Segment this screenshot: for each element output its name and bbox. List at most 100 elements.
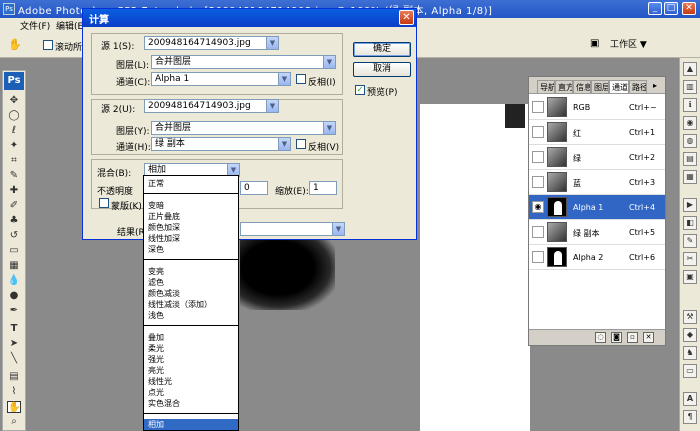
load-selection-icon[interactable]: ◌ bbox=[595, 332, 606, 343]
layer-1-select[interactable]: 合并图层 ▼ bbox=[151, 55, 336, 69]
channel-row-green-copy[interactable]: 绿 副本 Ctrl+5 bbox=[529, 220, 665, 245]
healing-brush-icon[interactable]: ✚ bbox=[7, 185, 21, 197]
blend-option[interactable]: 柔光 bbox=[148, 343, 164, 354]
workspace-button[interactable]: 工作区 ▼ bbox=[610, 37, 660, 53]
channel-row-rgb[interactable]: RGB Ctrl+~ bbox=[529, 95, 665, 120]
invert-1-checkbox[interactable] bbox=[296, 74, 306, 84]
channels-icon[interactable]: ◍ bbox=[683, 134, 697, 148]
measurement-icon[interactable]: ▭ bbox=[683, 364, 697, 378]
panel-menu-icon[interactable]: ▸ bbox=[653, 81, 657, 90]
visibility-toggle[interactable] bbox=[532, 251, 544, 263]
tab-layers[interactable]: 图层 bbox=[591, 80, 609, 93]
move-tool-icon[interactable]: ✥ bbox=[7, 95, 21, 107]
paragraph-icon[interactable]: ¶ bbox=[683, 410, 697, 424]
hand-tool-icon[interactable]: ✋ bbox=[8, 38, 22, 52]
menu-file[interactable]: 文件(F) bbox=[20, 19, 50, 32]
clone-source-icon[interactable]: ♞ bbox=[683, 346, 697, 360]
line-tool-icon[interactable]: ╲ bbox=[7, 353, 21, 365]
type-tool-icon[interactable]: T bbox=[7, 323, 21, 335]
channel-row-alpha-1[interactable]: ◉ Alpha 1 Ctrl+4 bbox=[529, 195, 665, 220]
blend-option[interactable]: 浅色 bbox=[148, 310, 164, 321]
scroll-all-windows-checkbox[interactable] bbox=[43, 40, 53, 50]
blend-option[interactable]: 叠加 bbox=[148, 332, 164, 343]
palette-well-icon[interactable]: ▣ bbox=[590, 38, 604, 50]
brush-tool-icon[interactable]: ✐ bbox=[7, 200, 21, 212]
eraser-tool-icon[interactable]: ▭ bbox=[7, 245, 21, 257]
history-brush-icon[interactable]: ↺ bbox=[7, 230, 21, 242]
delete-channel-icon[interactable]: ✕ bbox=[643, 332, 654, 343]
ok-button[interactable]: 确定 bbox=[353, 42, 411, 57]
swatches-icon[interactable]: ▦ bbox=[683, 170, 697, 184]
channel-row-blue[interactable]: 蓝 Ctrl+3 bbox=[529, 170, 665, 195]
blend-option-selected[interactable]: 相加 bbox=[144, 419, 238, 430]
magic-wand-icon[interactable]: ✦ bbox=[7, 140, 21, 152]
blur-tool-icon[interactable]: 💧 bbox=[7, 275, 21, 287]
tab-info[interactable]: 信息 bbox=[573, 80, 591, 93]
save-selection-icon[interactable]: ◙ bbox=[611, 332, 622, 343]
paths-icon[interactable]: ◆ bbox=[683, 328, 697, 342]
gradient-tool-icon[interactable]: ▦ bbox=[7, 260, 21, 272]
marquee-tool-icon[interactable]: ◯ bbox=[7, 110, 21, 122]
mask-checkbox[interactable] bbox=[99, 198, 109, 208]
blend-option[interactable]: 亮光 bbox=[148, 365, 164, 376]
zoom-tool-icon[interactable]: ⌕ bbox=[7, 416, 21, 428]
channel-2-select[interactable]: 绿 副本 ▼ bbox=[151, 137, 291, 151]
navigator-icon[interactable]: ▲ bbox=[683, 62, 697, 76]
cancel-button[interactable]: 取消 bbox=[353, 62, 411, 77]
channel-row-red[interactable]: 红 Ctrl+1 bbox=[529, 120, 665, 145]
blend-option[interactable]: 强光 bbox=[148, 354, 164, 365]
visibility-toggle[interactable] bbox=[532, 226, 544, 238]
tab-navigator[interactable]: 导航 bbox=[537, 80, 555, 93]
maximize-button[interactable]: □ bbox=[664, 2, 678, 15]
notes-tool-icon[interactable]: ▤ bbox=[7, 371, 21, 383]
visibility-toggle[interactable] bbox=[532, 126, 544, 138]
blend-option[interactable]: 深色 bbox=[148, 244, 164, 255]
close-app-button[interactable]: ✕ bbox=[682, 2, 696, 15]
settings-icon[interactable]: ⚒ bbox=[683, 310, 697, 324]
tab-channels[interactable]: 通道 bbox=[609, 80, 629, 93]
pen-tool-icon[interactable]: ✒ bbox=[7, 305, 21, 317]
channel-row-green[interactable]: 绿 Ctrl+2 bbox=[529, 145, 665, 170]
preview-checkbox[interactable]: ✓ bbox=[355, 85, 365, 95]
close-icon[interactable]: ✕ bbox=[399, 10, 414, 25]
eye-icon[interactable]: ◉ bbox=[532, 201, 544, 213]
brushes-icon[interactable]: ✎ bbox=[683, 234, 697, 248]
source-2-select[interactable]: 200948164714903.jpg ▼ bbox=[144, 99, 279, 113]
blend-option[interactable]: 线性减淡（添加） bbox=[148, 299, 212, 310]
dodge-tool-icon[interactable]: ● bbox=[7, 290, 21, 302]
slice-tool-icon[interactable]: ✎ bbox=[7, 170, 21, 182]
invert-2-checkbox[interactable] bbox=[296, 139, 306, 149]
styles-icon[interactable]: ▣ bbox=[683, 270, 697, 284]
info-icon[interactable]: ℹ bbox=[683, 98, 697, 112]
result-select[interactable]: ▼ bbox=[240, 222, 345, 236]
history-icon[interactable]: ◧ bbox=[683, 216, 697, 230]
blend-option[interactable]: 实色混合 bbox=[148, 398, 180, 409]
hand-tool-icon[interactable]: ✋ bbox=[7, 401, 21, 413]
layer-2-select[interactable]: 合并图层 ▼ bbox=[151, 121, 336, 135]
visibility-toggle[interactable] bbox=[532, 151, 544, 163]
new-channel-icon[interactable]: ▫ bbox=[627, 332, 638, 343]
blend-option[interactable]: 变暗 bbox=[148, 200, 164, 211]
blend-option[interactable]: 正片叠底 bbox=[148, 211, 180, 222]
blend-option[interactable]: 线性光 bbox=[148, 376, 172, 387]
eyedropper-icon[interactable]: ⌇ bbox=[7, 386, 21, 398]
blend-option[interactable]: 颜色减淡 bbox=[148, 288, 180, 299]
stamp-tool-icon[interactable]: ♣ bbox=[7, 215, 21, 227]
minimize-button[interactable]: _ bbox=[648, 2, 662, 15]
blend-option[interactable]: 点光 bbox=[148, 387, 164, 398]
tool-presets-icon[interactable]: ✂ bbox=[683, 252, 697, 266]
lasso-tool-icon[interactable]: ℓ bbox=[7, 125, 21, 137]
channel-1-select[interactable]: Alpha 1 ▼ bbox=[151, 72, 291, 86]
blend-option[interactable]: 滤色 bbox=[148, 277, 164, 288]
scale-input[interactable]: 1 bbox=[309, 181, 337, 195]
channel-row-alpha-2[interactable]: Alpha 2 Ctrl+6 bbox=[529, 245, 665, 270]
layers-icon[interactable]: ◉ bbox=[683, 116, 697, 130]
character-icon[interactable]: A bbox=[683, 392, 697, 406]
visibility-toggle[interactable] bbox=[532, 101, 544, 113]
blend-option[interactable]: 正常 bbox=[148, 178, 164, 189]
tab-histogram[interactable]: 直方 bbox=[555, 80, 573, 93]
document-canvas[interactable] bbox=[420, 104, 530, 431]
opacity-input[interactable]: 0 bbox=[240, 181, 268, 195]
color-icon[interactable]: ▤ bbox=[683, 152, 697, 166]
visibility-toggle[interactable] bbox=[532, 176, 544, 188]
